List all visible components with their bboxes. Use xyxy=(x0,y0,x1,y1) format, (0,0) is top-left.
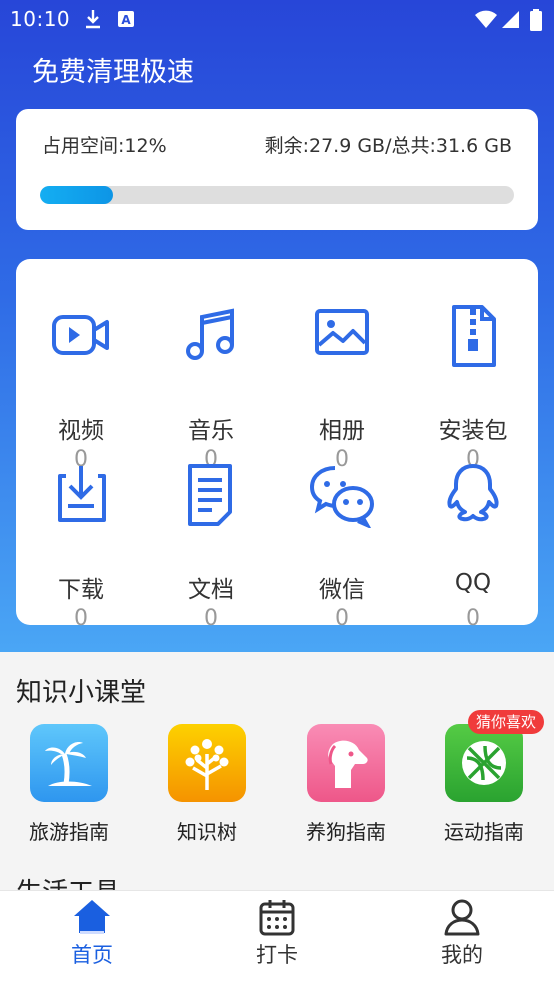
recommend-badge: 猜你喜欢 xyxy=(468,710,545,734)
knowledge-section-title: 知识小课堂 xyxy=(16,678,147,708)
calendar-icon xyxy=(259,900,295,936)
category-count: 0 xyxy=(204,606,218,631)
category-album[interactable]: 相册 0 xyxy=(277,303,407,472)
category-label: 文档 xyxy=(188,577,234,603)
category-music[interactable]: 音乐 0 xyxy=(146,303,276,472)
knowledge-label: 旅游指南 xyxy=(29,820,109,844)
category-video[interactable]: 视频 0 xyxy=(16,303,146,472)
category-count: 0 xyxy=(74,606,88,631)
video-icon xyxy=(52,315,109,355)
basketball-icon xyxy=(445,724,523,802)
image-icon xyxy=(315,309,369,355)
category-label: 安装包 xyxy=(438,418,508,444)
status-bar: 10:10 A xyxy=(0,0,554,38)
home-icon xyxy=(74,900,110,934)
category-qq[interactable]: QQ 0 xyxy=(408,462,538,631)
storage-used-label: 占用空间:12% xyxy=(42,135,167,157)
download-status-icon xyxy=(86,10,100,29)
storage-progress-fill xyxy=(40,186,114,204)
music-icon xyxy=(186,308,234,360)
category-label: 下载 xyxy=(58,577,104,603)
bottom-tab-bar: 首页 打卡 我的 xyxy=(0,890,554,984)
tab-home[interactable]: 首页 xyxy=(32,891,152,984)
category-document[interactable]: 文档 0 xyxy=(146,462,276,631)
tree-icon xyxy=(168,724,246,802)
app-title: 免费清理极速 xyxy=(32,57,194,88)
qq-icon xyxy=(447,464,499,522)
download-icon xyxy=(58,466,106,522)
notification-a-icon: A xyxy=(118,11,134,27)
knowledge-label: 运动指南 xyxy=(444,820,524,844)
category-label: 相册 xyxy=(319,418,365,444)
svg-text:A: A xyxy=(121,13,131,27)
category-wechat[interactable]: 微信 0 xyxy=(277,462,407,631)
category-label: QQ xyxy=(454,570,492,596)
wechat-icon xyxy=(309,466,374,528)
document-icon xyxy=(188,464,232,526)
tab-label: 首页 xyxy=(71,943,113,967)
status-time: 10:10 xyxy=(10,7,71,31)
knowledge-label: 养狗指南 xyxy=(306,820,386,844)
wifi-icon xyxy=(475,10,497,28)
storage-card: 占用空间:12% 剩余:27.9 GB/总共:31.6 GB xyxy=(16,109,538,230)
storage-remain-label: 剩余:27.9 GB/总共:31.6 GB xyxy=(264,135,512,157)
category-grid: 视频 0 音乐 0 相册 0 安装包 0 下载 0 文档 0 微信 0 QQ 0 xyxy=(16,259,538,631)
category-count: 0 xyxy=(466,606,480,631)
storage-progress-bar xyxy=(40,186,514,204)
category-label: 微信 xyxy=(319,577,365,603)
signal-icon xyxy=(502,11,519,28)
zip-icon xyxy=(452,305,496,367)
tab-label: 我的 xyxy=(441,943,483,967)
knowledge-label: 知识树 xyxy=(177,820,237,844)
dog-icon xyxy=(307,724,385,802)
tab-checkin[interactable]: 打卡 xyxy=(217,891,337,984)
knowledge-item-sport[interactable]: 运动指南 xyxy=(429,724,539,844)
palm-island-icon xyxy=(30,724,108,802)
battery-icon xyxy=(530,9,542,31)
knowledge-item-travel[interactable]: 旅游指南 xyxy=(14,724,124,844)
user-icon xyxy=(444,899,480,936)
tab-mine[interactable]: 我的 xyxy=(402,891,522,984)
life-tools-section-title: 生活工具 xyxy=(16,872,120,892)
category-count: 0 xyxy=(335,606,349,631)
category-download[interactable]: 下载 0 xyxy=(16,462,146,631)
knowledge-item-dog[interactable]: 养狗指南 xyxy=(291,724,401,844)
category-label: 音乐 xyxy=(188,418,234,444)
tab-label: 打卡 xyxy=(256,943,298,967)
knowledge-item-tree[interactable]: 知识树 xyxy=(152,724,262,844)
category-apk[interactable]: 安装包 0 xyxy=(408,303,538,472)
category-label: 视频 xyxy=(58,418,104,444)
